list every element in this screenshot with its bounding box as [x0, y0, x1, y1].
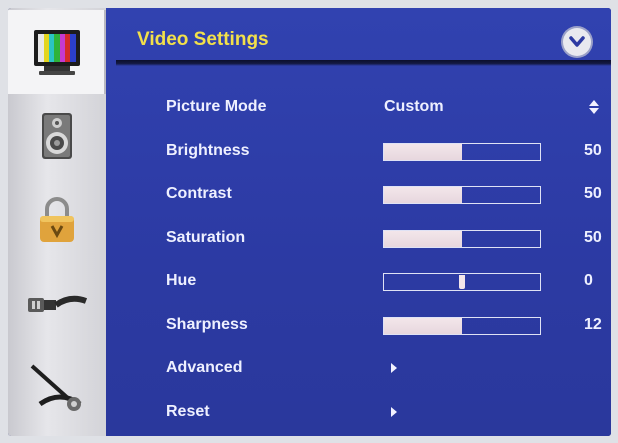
- chevron-right-icon[interactable]: [391, 363, 397, 373]
- sidebar-item-connections[interactable]: [8, 262, 106, 346]
- brightness-slider[interactable]: [383, 143, 541, 161]
- sidebar-item-setup[interactable]: [8, 346, 106, 430]
- picture-mode-value: Custom: [384, 98, 444, 115]
- setting-label: Saturation: [166, 229, 246, 246]
- sidebar: [8, 8, 106, 436]
- setting-contrast[interactable]: Contrast 50: [106, 178, 611, 210]
- cable-icon: [28, 295, 88, 312]
- chevron-right-icon[interactable]: [391, 407, 397, 417]
- slider-fill: [384, 187, 462, 203]
- sidebar-item-video[interactable]: [8, 10, 106, 94]
- slider-fill: [384, 318, 462, 334]
- lock-icon: [40, 197, 74, 242]
- title-divider: [116, 60, 611, 66]
- setting-sharpness[interactable]: Sharpness 12: [106, 309, 611, 341]
- setting-reset[interactable]: Reset: [106, 396, 611, 428]
- tools-icon: [30, 364, 82, 411]
- setting-label: Contrast: [166, 185, 232, 202]
- menu-toggle-button[interactable]: [563, 28, 591, 56]
- sharpness-value: 12: [584, 316, 602, 333]
- saturation-slider[interactable]: [383, 230, 541, 248]
- setting-advanced[interactable]: Advanced: [106, 352, 611, 384]
- up-down-arrow-icon[interactable]: [588, 100, 600, 114]
- contrast-slider[interactable]: [383, 186, 541, 204]
- setting-brightness[interactable]: Brightness 50: [106, 135, 611, 167]
- hue-slider[interactable]: [383, 273, 541, 291]
- setting-label: Reset: [166, 403, 210, 420]
- tv-icon: [34, 30, 80, 75]
- saturation-value: 50: [584, 229, 602, 246]
- osd-window: Video Settings Picture Mode Custom Brigh…: [8, 8, 611, 436]
- setting-label: Brightness: [166, 142, 250, 159]
- brightness-value: 50: [584, 142, 602, 159]
- setting-label: Hue: [166, 272, 197, 289]
- setting-saturation[interactable]: Saturation 50: [106, 222, 611, 254]
- hue-value: 0: [584, 272, 593, 289]
- page-title: Video Settings: [137, 29, 269, 50]
- chevron-down-icon: [569, 36, 585, 47]
- contrast-value: 50: [584, 185, 602, 202]
- setting-label: Picture Mode: [166, 98, 267, 115]
- setting-label: Advanced: [166, 359, 243, 376]
- speaker-icon: [42, 113, 72, 159]
- setting-label: Sharpness: [166, 316, 248, 333]
- sidebar-item-parental[interactable]: [8, 178, 106, 262]
- setting-picture-mode[interactable]: Picture Mode Custom: [106, 91, 611, 123]
- sharpness-slider[interactable]: [383, 317, 541, 335]
- slider-knob[interactable]: [459, 275, 465, 289]
- sidebar-item-audio[interactable]: [8, 94, 106, 178]
- slider-fill: [384, 144, 462, 160]
- video-settings-panel: Video Settings Picture Mode Custom Brigh…: [106, 8, 611, 436]
- slider-fill: [384, 231, 462, 247]
- setting-hue[interactable]: Hue 0: [106, 265, 611, 297]
